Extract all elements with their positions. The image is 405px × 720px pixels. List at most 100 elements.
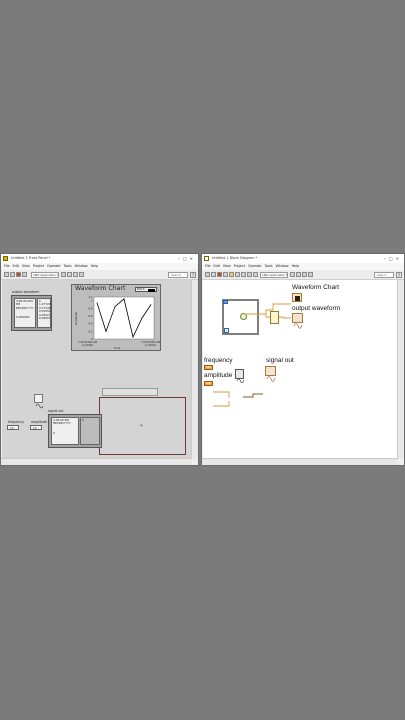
front-panel-vertical-scrollbar[interactable] bbox=[191, 280, 198, 459]
bd-frequency-label: frequency bbox=[204, 357, 233, 364]
abort-icon[interactable] bbox=[16, 272, 21, 277]
waveform-terminal-icon bbox=[293, 323, 303, 329]
data-point bbox=[105, 330, 107, 332]
y-tick-label: 0.6 bbox=[88, 314, 92, 318]
build-waveform-node[interactable] bbox=[270, 311, 279, 324]
reorder-icon[interactable] bbox=[79, 272, 84, 277]
signal-array-index[interactable]: 0 bbox=[82, 419, 98, 422]
bd-reorder-icon[interactable] bbox=[302, 272, 307, 277]
bd-abort-icon[interactable] bbox=[217, 272, 222, 277]
front-panel-window[interactable]: Untitled 1 Front Panel * –□× File Edit Vie… bbox=[0, 253, 199, 466]
front-panel-horizontal-scrollbar[interactable] bbox=[1, 458, 192, 465]
bd-menu-tools[interactable]: Tools bbox=[264, 264, 272, 268]
simulate-signal-vi[interactable] bbox=[235, 369, 245, 384]
plot-area bbox=[93, 296, 155, 340]
mouse-cursor-icon: ↖ bbox=[140, 423, 144, 428]
frequency-terminal[interactable]: DBL bbox=[204, 365, 213, 370]
font-selector[interactable]: 18pt Application Font bbox=[31, 271, 59, 278]
search-input[interactable]: Search bbox=[168, 271, 188, 278]
output-waveform-indicator[interactable]: 4:00:00.000 PM MM/DD/YYYY 0.000000 0 1.0… bbox=[11, 295, 52, 331]
block-diagram-app-icon bbox=[204, 256, 209, 261]
bd-horizontal-scrollbar[interactable] bbox=[202, 458, 398, 465]
waveform-icon[interactable] bbox=[34, 394, 44, 409]
signal-out-terminal[interactable] bbox=[265, 366, 276, 382]
block-diagram-toolbar: 18pt Application Font Search ? bbox=[202, 270, 404, 280]
bd-menu-file[interactable]: File bbox=[205, 264, 211, 268]
y-tick-label: 0.8 bbox=[88, 306, 92, 310]
data-point bbox=[150, 304, 152, 306]
bd-menu-help[interactable]: Help bbox=[292, 264, 300, 268]
front-panel-canvas[interactable]: output waveform 4:00:00.000 PM MM/DD/YYY… bbox=[2, 280, 192, 459]
bd-menu-window[interactable]: Window bbox=[276, 264, 289, 268]
run-continuously-icon[interactable] bbox=[10, 272, 15, 277]
signal-y-array: 0 bbox=[80, 417, 100, 445]
waveform-chart-terminal[interactable] bbox=[292, 293, 302, 302]
block-diagram-menubar: File Edit View Project Operate Tools Window Hel… bbox=[202, 263, 404, 270]
bd-menu-view[interactable]: View bbox=[223, 264, 231, 268]
menu-operate[interactable]: Operate bbox=[47, 264, 60, 268]
chart-terminal-icon bbox=[295, 295, 300, 301]
retain-wire-values-icon[interactable] bbox=[235, 272, 240, 277]
bd-help-icon[interactable]: ? bbox=[396, 271, 402, 278]
distribute-objects-icon[interactable] bbox=[67, 272, 72, 277]
bd-menu-project[interactable]: Project bbox=[234, 264, 245, 268]
t0-date: MM/DD/YYYY bbox=[16, 305, 34, 310]
output-waveform-terminal[interactable] bbox=[292, 313, 303, 329]
y-axis-label: Amplitude bbox=[75, 311, 79, 326]
menu-project[interactable]: Project bbox=[33, 264, 44, 268]
bd-run-arrow-icon[interactable] bbox=[205, 272, 210, 277]
y-tick-label: 1.1 bbox=[88, 295, 92, 299]
amplitude-control[interactable]: 10 bbox=[30, 425, 42, 430]
pause-icon[interactable] bbox=[22, 272, 27, 277]
bd-signal-out-label: signal out bbox=[266, 357, 294, 364]
menu-help[interactable]: Help bbox=[91, 264, 99, 268]
front-panel-toolbar: 18pt Application Font Search ? bbox=[1, 270, 198, 280]
bd-menu-edit[interactable]: Edit bbox=[214, 264, 220, 268]
frequency-control[interactable]: 10 bbox=[7, 425, 19, 430]
menu-tools[interactable]: Tools bbox=[63, 264, 71, 268]
amplitude-terminal[interactable]: DBL bbox=[204, 381, 213, 386]
block-diagram-window[interactable]: Untitled 1 Block Diagram * –□× File Edit V… bbox=[201, 253, 405, 466]
waveform-timestamp-cell: 4:00:00.000 PM MM/DD/YYYY 0.000000 bbox=[14, 298, 36, 328]
clean-up-diagram-icon[interactable] bbox=[308, 272, 313, 277]
menu-view[interactable]: View bbox=[22, 264, 30, 268]
y-tick-label: 0.2 bbox=[88, 329, 92, 333]
decoration-frame bbox=[102, 388, 158, 396]
block-diagram-canvas[interactable]: N i Waveform Chart output waveform frequ… bbox=[203, 280, 398, 459]
signal-out-label: signal out bbox=[48, 409, 64, 413]
step-over-icon[interactable] bbox=[247, 272, 252, 277]
x-start-date: 1/1/1904 bbox=[82, 344, 93, 347]
signal-out-indicator[interactable]: 4:00:00 PM MM/DD/YYYY 0 0 bbox=[48, 414, 102, 448]
amplitude-label: amplitude bbox=[31, 420, 48, 424]
menu-edit[interactable]: Edit bbox=[13, 264, 19, 268]
align-objects-icon[interactable] bbox=[61, 272, 66, 277]
bd-align-icon[interactable] bbox=[290, 272, 295, 277]
menu-window[interactable]: Window bbox=[75, 264, 88, 268]
data-point bbox=[114, 306, 116, 307]
signal-t0-date: MM/DD/YYYY bbox=[53, 421, 71, 426]
frequency-label: frequency bbox=[8, 420, 24, 424]
resize-objects-icon[interactable] bbox=[73, 272, 78, 277]
window-controls[interactable]: –□× bbox=[178, 254, 196, 263]
step-into-icon[interactable] bbox=[241, 272, 246, 277]
bd-window-controls[interactable]: –□× bbox=[384, 254, 402, 263]
bd-font-selector[interactable]: 18pt Application Font bbox=[260, 271, 288, 278]
signal-dt-value: 0 bbox=[53, 430, 55, 435]
help-icon[interactable]: ? bbox=[190, 271, 196, 278]
signal-out-icon bbox=[266, 376, 276, 382]
bd-menu-operate[interactable]: Operate bbox=[248, 264, 261, 268]
bd-run-continuously-icon[interactable] bbox=[211, 272, 216, 277]
x-axis-label: Time bbox=[114, 347, 121, 350]
run-arrow-icon[interactable] bbox=[4, 272, 9, 277]
bd-pause-icon[interactable] bbox=[223, 272, 228, 277]
highlight-execution-icon[interactable] bbox=[229, 272, 234, 277]
bd-vertical-scrollbar[interactable] bbox=[397, 280, 404, 459]
x-end-date: 1/1/1904 bbox=[145, 344, 156, 347]
bd-distribute-icon[interactable] bbox=[296, 272, 301, 277]
bd-search-input[interactable]: Search bbox=[374, 271, 394, 278]
step-out-icon[interactable] bbox=[253, 272, 258, 277]
menu-file[interactable]: File bbox=[4, 264, 10, 268]
data-point bbox=[141, 317, 143, 319]
waveform-chart[interactable]: Waveform Chart Plot 0 1.1 1 0.8 0.6 0.4 0.2 0 … bbox=[71, 284, 161, 351]
data-point bbox=[96, 302, 98, 304]
